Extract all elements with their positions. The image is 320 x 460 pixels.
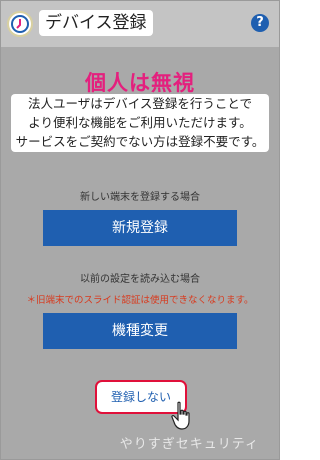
new-registration-button[interactable]: 新規登録 bbox=[43, 210, 237, 246]
restore-label: 以前の設定を読み込む場合 bbox=[80, 274, 200, 285]
new-device-label: 新しい端末を登録する場合 bbox=[80, 192, 200, 203]
device-change-button[interactable]: 機種変更 bbox=[43, 313, 237, 349]
notice-line: 法人ユーザはデバイス登録を行うことで bbox=[27, 96, 252, 111]
header-bar: デバイス登録 ? bbox=[1, 1, 279, 47]
app-screen: デバイス登録 ? 個人は無視 法人ユーザはデバイス登録を行うことで より便利な機… bbox=[0, 0, 280, 460]
page-title: デバイス登録 bbox=[39, 10, 153, 36]
annotation-title: 個人は無視 bbox=[1, 67, 279, 97]
notice-line: より便利な機能をご利用いただけます。 bbox=[28, 115, 252, 130]
help-icon[interactable]: ? bbox=[251, 14, 269, 32]
warning-text: ＊旧端末でのスライド認証は使用できなくなります。 bbox=[26, 295, 254, 306]
app-logo-icon bbox=[7, 11, 33, 37]
hand-pointer-icon bbox=[171, 401, 195, 435]
watermark: やりすぎセキュリティ bbox=[119, 437, 259, 452]
annotation-title-text: 個人は無視 bbox=[81, 71, 199, 95]
notice-box: 法人ユーザはデバイス登録を行うことで より便利な機能をご利用いただけます。 サー… bbox=[11, 94, 269, 152]
notice-line: サービスをご契約でない方は登録不要です。 bbox=[15, 134, 265, 149]
